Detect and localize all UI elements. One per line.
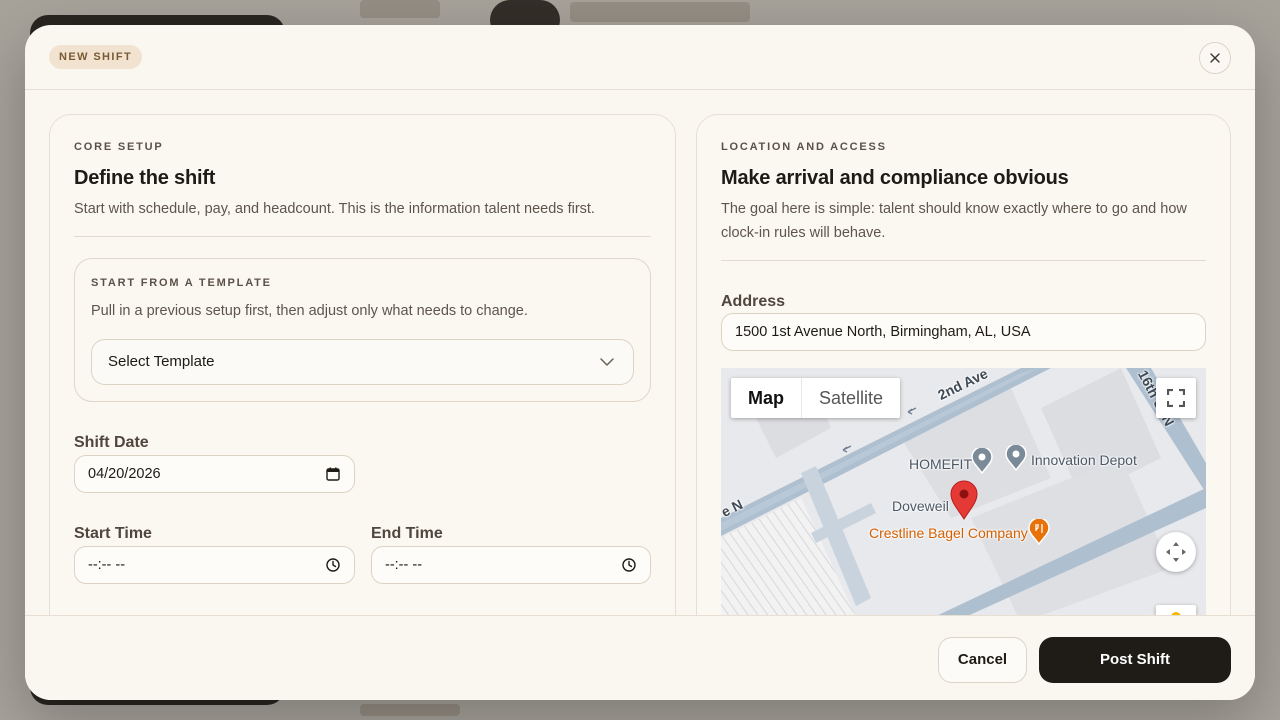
clock-icon[interactable] [622,558,636,572]
location-description-line1: The goal here is simple: talent should k… [721,201,1187,217]
address-input[interactable]: 1500 1st Avenue North, Birmingham, AL, U… [721,313,1206,351]
place-label-crestline-bagel: Crestline Bagel Company [869,525,1028,541]
shift-date-label: Shift Date [74,434,149,451]
address-label: Address [721,293,786,310]
template-description: Pull in a previous setup first, then adj… [91,303,528,319]
modal-header: NEW SHIFT [25,25,1255,90]
move-arrows-icon [1166,542,1186,562]
cancel-button[interactable]: Cancel [938,637,1027,683]
template-select-value: Select Template [108,353,215,370]
camera-control-button[interactable] [1156,532,1196,572]
map-type-map-button[interactable]: Map [731,378,801,418]
fullscreen-icon [1167,389,1185,407]
end-time-value: --:-- -- [385,557,423,573]
place-label-innovation-depot: Innovation Depot [1031,452,1137,468]
modal-footer: Cancel Post Shift [25,615,1255,700]
location-description-line2: clock-in rules will behave. [721,225,886,241]
fullscreen-button[interactable] [1156,378,1196,418]
close-icon [1210,53,1220,63]
location-access-card: LOCATION AND ACCESS Make arrival and com… [696,114,1231,615]
location-eyebrow: LOCATION AND ACCESS [721,141,887,153]
place-label-homefit: HOMEFIT [909,456,972,472]
end-time-input[interactable]: --:-- -- [371,546,651,584]
shift-date-input[interactable]: 04/20/2026 [74,455,355,493]
modal-body[interactable]: CORE SETUP Define the shift Start with s… [25,90,1255,615]
restaurant-marker-icon[interactable] [1028,519,1050,545]
core-setup-description: Start with schedule, pay, and headcount.… [74,201,595,217]
map-type-control: Map Satellite [731,378,901,418]
chevron-down-icon [600,358,614,366]
map-type-satellite-button[interactable]: Satellite [802,378,900,418]
clock-icon[interactable] [326,558,340,572]
core-setup-title: Define the shift [74,167,216,189]
location-map[interactable]: 2nd Ave 16th St N e N HOMEFIT Innovation… [721,368,1206,615]
location-title: Make arrival and compliance obvious [721,167,1069,189]
shift-date-value: 04/20/2026 [88,466,161,482]
template-select[interactable]: Select Template [91,339,634,385]
calendar-icon[interactable] [326,467,340,481]
map-pin-icon[interactable] [950,480,978,520]
street-view-pegman-button[interactable] [1156,605,1196,615]
start-time-input[interactable]: --:-- -- [74,546,355,584]
divider [74,236,651,237]
core-setup-card: CORE SETUP Define the shift Start with s… [49,114,676,615]
start-time-value: --:-- -- [88,557,126,573]
divider [721,260,1206,261]
new-shift-modal: NEW SHIFT CORE SETUP Define the shift St… [25,25,1255,700]
poi-marker-icon[interactable] [1005,445,1027,471]
pegman-icon [1171,612,1181,615]
place-label-doveweil: Doveweil [892,498,949,514]
poi-marker-icon[interactable] [971,448,993,474]
post-shift-button[interactable]: Post Shift [1039,637,1231,683]
new-shift-badge: NEW SHIFT [49,45,143,69]
core-setup-eyebrow: CORE SETUP [74,141,164,153]
end-time-label: End Time [371,525,443,542]
close-button[interactable] [1199,42,1231,74]
start-time-label: Start Time [74,525,152,542]
template-section: START FROM A TEMPLATE Pull in a previous… [74,258,651,402]
address-value: 1500 1st Avenue North, Birmingham, AL, U… [735,324,1031,340]
template-eyebrow: START FROM A TEMPLATE [91,277,272,289]
